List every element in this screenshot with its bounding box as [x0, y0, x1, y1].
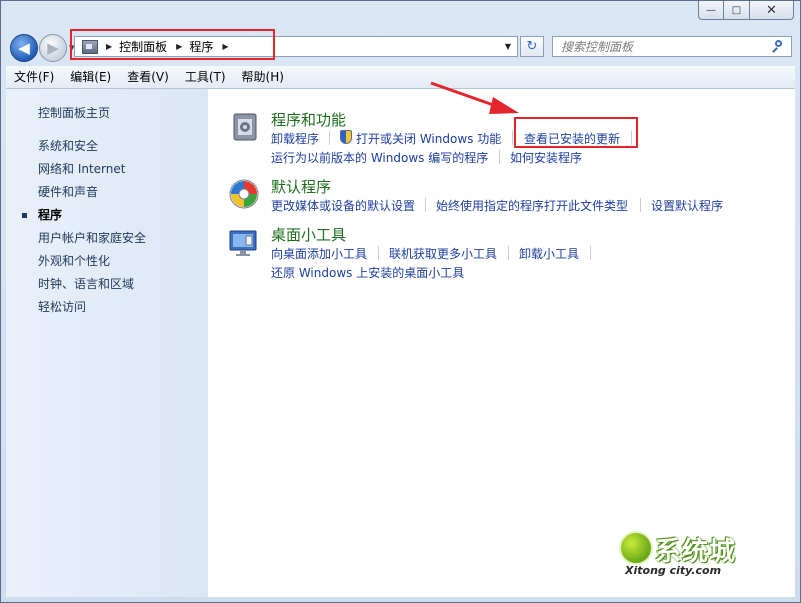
breadcrumb-chevron-icon[interactable]: ▶: [222, 42, 228, 51]
breadcrumb-control-panel[interactable]: 控制面板: [119, 38, 167, 55]
default-programs-icon: [229, 179, 259, 209]
menu-help[interactable]: 帮助(H): [234, 67, 292, 87]
sidebar-item-appearance[interactable]: 外观和个性化: [38, 252, 110, 269]
link-divider: [631, 131, 632, 145]
sidebar: 控制面板主页 系统和安全 网络和 Internet 硬件和声音 程序 用户帐户和…: [6, 89, 208, 597]
link-view-installed-updates[interactable]: 查看已安装的更新: [524, 130, 620, 147]
site-watermark: 系统城 Xitong city.com: [619, 531, 769, 581]
breadcrumb-chevron-icon[interactable]: ▶: [176, 42, 182, 51]
breadcrumb-programs[interactable]: 程序: [189, 38, 213, 55]
link-uninstall-program[interactable]: 卸载程序: [271, 130, 319, 147]
breadcrumb-chevron-icon[interactable]: ▶: [106, 42, 112, 51]
link-file-type-association[interactable]: 始终使用指定的程序打开此文件类型: [436, 197, 628, 214]
menu-tools[interactable]: 工具(T): [177, 67, 234, 87]
sidebar-item-home[interactable]: 控制面板主页: [38, 104, 110, 121]
menu-bar: 文件(F) 编辑(E) 查看(V) 工具(T) 帮助(H): [6, 66, 795, 89]
sidebar-item-system-security[interactable]: 系统和安全: [38, 137, 98, 154]
link-divider: [590, 246, 591, 260]
link-add-gadgets[interactable]: 向桌面添加小工具: [271, 245, 367, 262]
link-divider: [378, 246, 379, 260]
link-divider: [499, 150, 500, 164]
link-how-to-install[interactable]: 如何安装程序: [510, 149, 582, 166]
address-dropdown-icon[interactable]: ▼: [505, 42, 511, 51]
link-divider: [329, 131, 330, 145]
back-button[interactable]: ◀: [10, 34, 38, 62]
sidebar-item-clock-region[interactable]: 时钟、语言和区域: [38, 275, 134, 292]
maximize-button[interactable]: □: [724, 1, 750, 20]
address-bar[interactable]: ▶ 控制面板 ▶ 程序 ▶ ▼: [74, 36, 518, 57]
sidebar-item-user-accounts[interactable]: 用户帐户和家庭安全: [38, 229, 146, 246]
sidebar-item-programs[interactable]: 程序: [38, 206, 62, 223]
sidebar-item-hardware-sound[interactable]: 硬件和声音: [38, 183, 98, 200]
link-change-media-defaults[interactable]: 更改媒体或设备的默认设置: [271, 197, 415, 214]
sidebar-item-ease-of-access[interactable]: 轻松访问: [38, 298, 86, 315]
main-content: 程序和功能 卸载程序 打开或关闭 Windows 功能 查看已安装的更新 运行为…: [208, 89, 795, 597]
caption-buttons: — □ ✕: [698, 1, 794, 20]
refresh-button[interactable]: ↻: [520, 36, 544, 57]
link-turn-windows-features[interactable]: 打开或关闭 Windows 功能: [356, 130, 501, 147]
control-panel-window: — □ ✕ ◀ ▶ ▼ ▶ 控制面板 ▶ 程序 ▶ ▼ ↻ 文件(F) 编辑(E…: [0, 0, 801, 603]
link-run-older-programs[interactable]: 运行为以前版本的 Windows 编写的程序: [271, 149, 488, 166]
search-box[interactable]: [552, 36, 792, 57]
forward-button[interactable]: ▶: [39, 34, 67, 62]
link-divider: [640, 198, 641, 212]
link-uninstall-gadget[interactable]: 卸载小工具: [519, 245, 579, 262]
desktop-gadgets-icon: [229, 230, 257, 256]
link-restore-gadgets[interactable]: 还原 Windows 上安装的桌面小工具: [271, 264, 464, 281]
search-icon[interactable]: [771, 39, 785, 54]
menu-view[interactable]: 查看(V): [119, 67, 177, 87]
watermark-brand: 系统城: [655, 537, 737, 567]
link-divider: [508, 246, 509, 260]
category-title-default-programs[interactable]: 默认程序: [271, 176, 331, 197]
sidebar-item-network-internet[interactable]: 网络和 Internet: [38, 160, 125, 177]
current-item-bullet-icon: [22, 213, 27, 218]
programs-features-icon: [233, 113, 257, 141]
link-divider: [512, 131, 513, 145]
watermark-logo-icon: [619, 531, 653, 565]
watermark-url: Xitong city.com: [625, 564, 722, 577]
search-input[interactable]: [553, 38, 771, 55]
link-set-default-programs[interactable]: 设置默认程序: [651, 197, 723, 214]
minimize-button[interactable]: —: [698, 1, 724, 20]
menu-edit[interactable]: 编辑(E): [62, 67, 119, 87]
close-button[interactable]: ✕: [750, 1, 794, 20]
link-divider: [425, 198, 426, 212]
menu-file[interactable]: 文件(F): [6, 67, 62, 87]
category-title-programs-features[interactable]: 程序和功能: [271, 109, 346, 130]
uac-shield-icon: [340, 130, 352, 144]
link-get-more-gadgets[interactable]: 联机获取更多小工具: [389, 245, 497, 262]
control-panel-icon: [82, 39, 98, 54]
category-title-desktop-gadgets[interactable]: 桌面小工具: [271, 224, 346, 245]
